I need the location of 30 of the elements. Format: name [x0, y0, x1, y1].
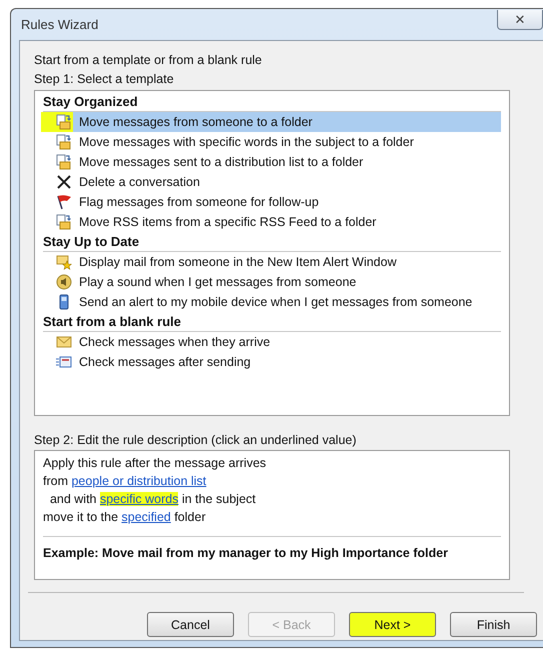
example-text: Example: Move mail from my manager to my High Importance folder [43, 546, 449, 560]
template-item[interactable]: Move messages with specific words in the subject to a folder [43, 132, 501, 152]
template-item[interactable]: Send an alert to my mobile device when I get messages from someone [43, 292, 501, 312]
template-item[interactable]: Delete a conversation [43, 172, 501, 192]
wizard-button[interactable]: Next > [349, 612, 436, 637]
step-label: Step 2: Edit the rule description (click an underlined value) [34, 432, 358, 449]
close-button[interactable]: ✕ [497, 10, 543, 30]
rule-text: folder [173, 510, 206, 524]
wizard-button[interactable]: Finish [450, 612, 537, 637]
step-label: Step 1: Select a template [34, 71, 175, 88]
group-heading: Start from a blank rule [43, 312, 501, 332]
template-item[interactable]: Check messages after sending [43, 352, 501, 372]
rule-value-link[interactable]: people or distribution list [71, 474, 206, 488]
wizard-button[interactable]: Cancel [147, 612, 234, 637]
rule-text: Apply this rule after the message arrives [43, 456, 266, 470]
window-title: Rules Wizard [21, 17, 98, 32]
group-heading: Stay Up to Date [43, 232, 501, 252]
template-item[interactable]: Play a sound when I get messages from someone [43, 272, 501, 292]
rule-text: from [43, 474, 69, 488]
intro-text: Start from a template or from a blank rule [34, 52, 263, 69]
template-item[interactable]: Move messages sent to a distribution list to a folder [43, 152, 501, 172]
template-item[interactable]: Flag messages from someone for follow-up [43, 192, 501, 212]
rule-text: in the subject [180, 492, 256, 506]
rule-text: move it to the [43, 510, 120, 524]
template-item[interactable]: Move RSS items from a specific RSS Feed to a folder [43, 212, 501, 232]
rule-value-link[interactable]: specific words [100, 492, 178, 506]
rule-text: and with [48, 492, 98, 506]
template-item[interactable]: Check messages when they arrive [43, 332, 501, 352]
rule-value-link[interactable]: specified [122, 510, 171, 524]
template-item[interactable]: Display mail from someone in the New Item Alert Window [43, 252, 501, 272]
